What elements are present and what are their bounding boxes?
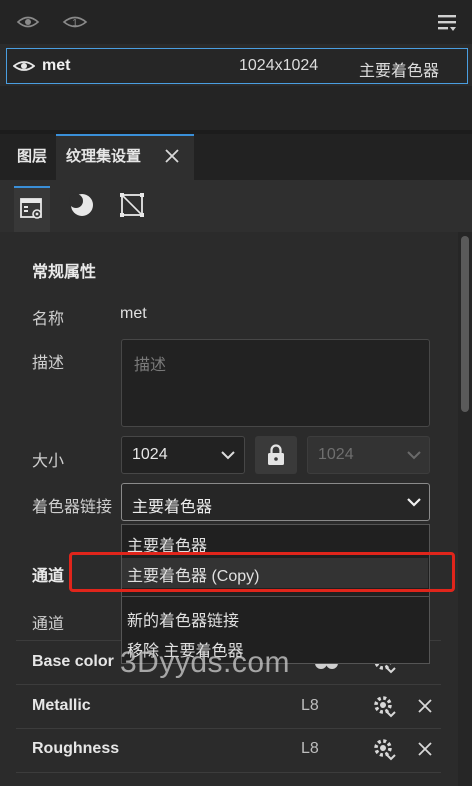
size-label: 大小 (32, 453, 65, 470)
channel-settings-icon[interactable] (372, 694, 396, 718)
shader-link-select[interactable]: 主要着色器 (121, 483, 430, 521)
size-width-select[interactable]: 1024 (121, 436, 245, 474)
size-width-value: 1024 (132, 446, 168, 463)
menu-item-new-shader-link[interactable]: 新的着色器链接 (127, 607, 239, 631)
channel-format[interactable]: L8 (301, 740, 319, 758)
texture-set-resolution: 1024x1024 (239, 57, 319, 74)
shader-link-label: 着色器链接 (32, 499, 113, 516)
solo-eye-icon[interactable]: 1 (62, 11, 88, 33)
channel-settings-icon[interactable] (372, 737, 396, 761)
texture-set-name: met (42, 57, 71, 74)
chevron-down-icon (406, 496, 422, 508)
annotation-highlight-box (69, 552, 455, 592)
svg-text:1: 1 (72, 18, 78, 29)
general-properties-heading: 常规属性 (32, 264, 97, 281)
tab-general-settings[interactable] (14, 186, 50, 232)
description-field[interactable]: 描述 (121, 339, 430, 427)
channels-sublabel: 通道 (32, 616, 65, 633)
tab-layers[interactable]: 图层 (8, 134, 56, 180)
aspect-lock-button[interactable] (255, 436, 297, 474)
channel-format[interactable]: L8 (301, 697, 319, 715)
panel-tab-strip: 图层 纹理集设置 (0, 134, 472, 180)
chevron-down-icon (406, 449, 422, 461)
channel-name: Metallic (32, 697, 91, 714)
divider (16, 772, 441, 773)
channel-row-roughness[interactable]: Roughness L8 (16, 729, 441, 771)
name-label: 名称 (32, 311, 65, 328)
tab-bake[interactable] (64, 188, 100, 224)
uv-square-icon (119, 192, 145, 218)
description-placeholder: 描述 (134, 357, 167, 374)
texture-set-toolbar: 1 (0, 0, 472, 44)
close-icon[interactable] (162, 146, 182, 166)
name-value: met (120, 305, 147, 322)
remove-channel-icon[interactable] (417, 741, 433, 757)
channel-row-metallic[interactable]: Metallic L8 (16, 685, 441, 727)
channel-name: Base color (32, 653, 114, 670)
settings-list-icon (19, 196, 45, 222)
menu-separator (121, 596, 430, 597)
texture-set-row[interactable]: met 1024x1024 主要着色器 (6, 48, 468, 84)
moon-icon (69, 192, 95, 218)
visibility-eye-icon[interactable] (16, 12, 40, 32)
channels-heading: 通道 (32, 568, 65, 585)
tab-uv[interactable] (114, 188, 150, 224)
scrollbar-thumb[interactable] (461, 236, 469, 412)
list-menu-icon[interactable] (437, 12, 459, 34)
settings-subtab-strip (0, 180, 472, 232)
texture-set-list-empty-area (0, 86, 472, 130)
watermark-text: 3Dyyds.com (120, 646, 291, 679)
shader-link-value: 主要着色器 (132, 499, 213, 516)
texture-set-shader: 主要着色器 (359, 63, 440, 80)
lock-icon (266, 444, 286, 466)
eye-icon[interactable] (13, 57, 35, 75)
size-height-select: 1024 (307, 436, 430, 474)
remove-channel-icon[interactable] (417, 698, 433, 714)
tab-texture-set-settings-label: 纹理集设置 (66, 148, 142, 165)
chevron-down-icon (220, 449, 236, 461)
channel-name: Roughness (32, 740, 120, 757)
size-height-value: 1024 (318, 446, 354, 463)
description-label: 描述 (32, 355, 65, 372)
